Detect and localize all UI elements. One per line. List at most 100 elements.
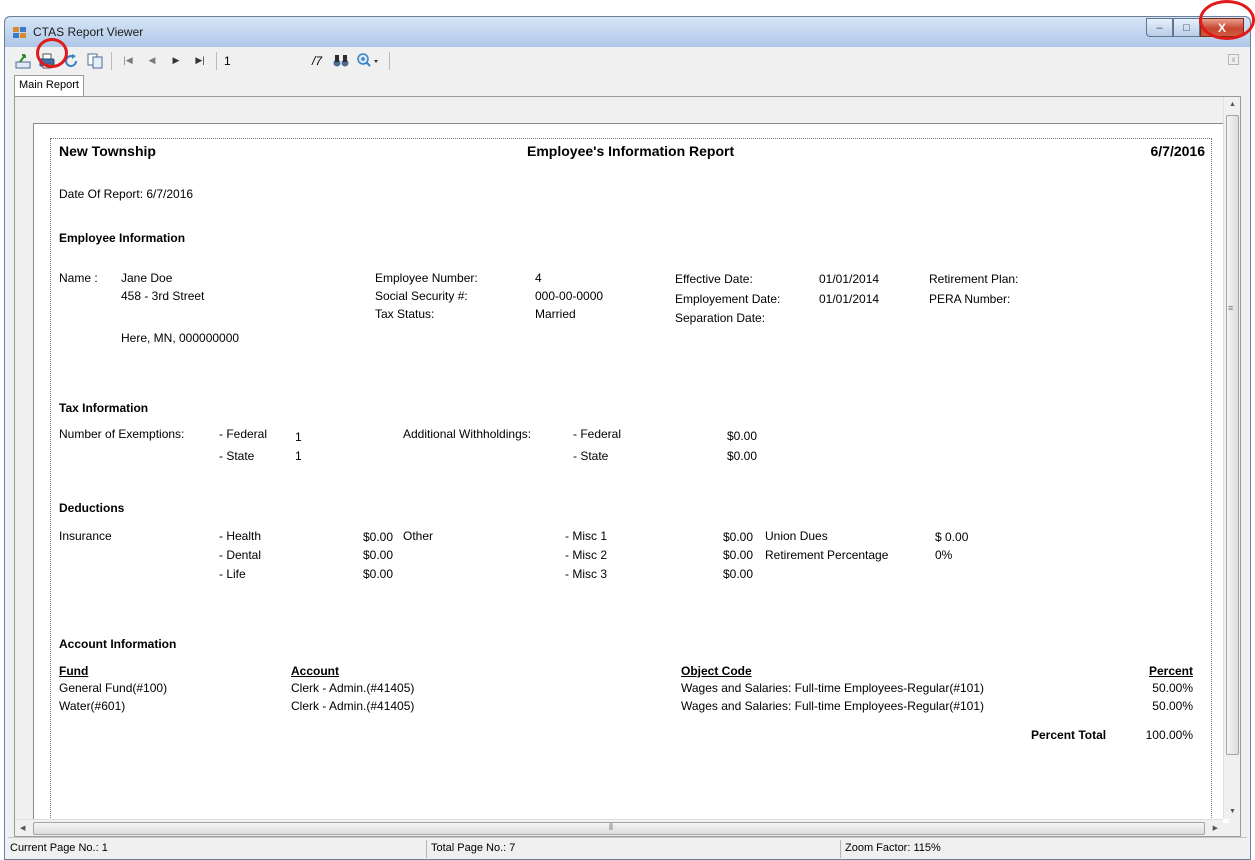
scroll-right-icon[interactable]: ▶ [1213, 824, 1218, 832]
status-bar: Current Page No.: 1 Total Page No.: 7 Zo… [8, 837, 1247, 859]
report-viewer-pane: New Township Employee's Information Repo… [14, 96, 1241, 838]
dental-label: - Dental [219, 548, 262, 562]
dental-value: $0.00 [363, 548, 394, 562]
account-column-header: Account [291, 664, 339, 678]
withholdings-label: Additional Withholdings: [403, 427, 532, 441]
tax-status: Married [535, 307, 576, 321]
grip-icon: ≡ [1228, 303, 1234, 313]
state-exemptions-label: - State [219, 449, 255, 463]
account-cell: Clerk - Admin.(#41405) [291, 681, 415, 695]
percent-total: 100.00% [1145, 728, 1193, 742]
horizontal-scrollbar[interactable]: ◀ ⦀ ▶ [15, 819, 1223, 836]
next-page-button[interactable]: ▶ [165, 50, 187, 72]
fund-cell: Water(#601) [59, 699, 126, 713]
retirement-pct-value: 0% [935, 548, 953, 562]
next-page-icon: ▶ [172, 55, 180, 65]
object-code-column-header: Object Code [681, 664, 752, 678]
insurance-label: Insurance [59, 529, 112, 543]
federal-exemptions-label: - Federal [219, 427, 268, 441]
maximize-icon: □ [1183, 21, 1190, 34]
scroll-left-icon[interactable]: ◀ [20, 824, 25, 832]
status-separator [426, 840, 427, 858]
report-page: New Township Employee's Information Repo… [33, 123, 1229, 838]
grip-icon: ⦀ [609, 822, 613, 832]
last-page-icon: ▶| [195, 55, 205, 65]
maximize-button[interactable]: □ [1173, 18, 1200, 37]
scroll-down-icon[interactable]: ▼ [1229, 808, 1236, 815]
title-bar[interactable]: CTAS Report Viewer – □ X [5, 17, 1250, 47]
other-label: Other [403, 529, 434, 543]
copy-icon [87, 53, 103, 68]
find-button[interactable] [330, 50, 352, 72]
federal-withholding: $0.00 [727, 429, 758, 443]
percent-cell: 50.00% [1152, 681, 1193, 695]
state-withholding-label: - State [573, 449, 609, 463]
client-area: |◀ ◀ ▶ ▶| /7 x [8, 47, 1247, 859]
zoom-factor-status: Zoom Factor: 115% [845, 842, 941, 854]
account-cell: Clerk - Admin.(#41405) [291, 699, 415, 713]
print-button-highlight [36, 38, 68, 68]
state-exemptions: 1 [295, 449, 302, 463]
current-page-status: Current Page No.: 1 [10, 842, 108, 854]
first-page-button[interactable]: |◀ [117, 50, 139, 72]
status-separator [840, 840, 841, 858]
effective-date-label: Effective Date: [675, 272, 753, 286]
state-withholding: $0.00 [727, 449, 758, 463]
fund-column-header: Fund [59, 664, 89, 678]
tax-status-label: Tax Status: [375, 307, 435, 321]
federal-exemptions: 1 [295, 430, 302, 444]
toolbar-separator [389, 51, 391, 70]
vertical-scroll-thumb[interactable] [1226, 115, 1239, 755]
toolbar-separator [111, 51, 112, 70]
misc2-value: $0.00 [723, 548, 754, 562]
object-code-cell: Wages and Salaries: Full-time Employees-… [681, 699, 985, 713]
address-line-2: Here, MN, 000000000 [121, 331, 240, 345]
employee-info-heading: Employee Information [59, 231, 186, 245]
print-date: 6/7/2016 [1150, 143, 1206, 159]
app-icon [13, 27, 26, 38]
union-dues-value: $ 0.00 [935, 530, 969, 544]
horizontal-scroll-thumb[interactable] [33, 822, 1205, 835]
retirement-pct-label: Retirement Percentage [765, 548, 889, 562]
pera-number-label: PERA Number: [929, 292, 1011, 306]
separation-date-label: Separation Date: [675, 311, 766, 325]
copy-button[interactable] [84, 50, 106, 72]
health-label: - Health [219, 529, 262, 543]
report-viewer-window: CTAS Report Viewer – □ X |◀ ◀ ▶ ▶| 1 /7 … [4, 16, 1251, 860]
percent-cell: 50.00% [1152, 699, 1193, 713]
vertical-scrollbar[interactable]: ▲ ≡ ▼ [1223, 97, 1240, 819]
misc1-value: $0.00 [723, 530, 754, 544]
total-pages-label: /7 [312, 53, 323, 68]
address-line-1: 458 - 3rd Street [121, 289, 205, 303]
ssn-value: 000-00-0000 [535, 289, 604, 303]
previous-page-icon: ◀ [148, 55, 156, 65]
last-page-button[interactable]: ▶| [189, 50, 211, 72]
binoculars-icon [333, 54, 349, 66]
retirement-plan-label: Retirement Plan: [929, 272, 1019, 286]
deductions-heading: Deductions [59, 501, 125, 515]
minimize-button[interactable]: – [1146, 18, 1173, 37]
export-button[interactable] [12, 50, 34, 72]
account-info-heading: Account Information [59, 637, 177, 651]
previous-page-button[interactable]: ◀ [141, 50, 163, 72]
scroll-up-icon[interactable]: ▲ [1229, 101, 1236, 108]
zoom-icon [357, 52, 379, 67]
minimize-icon: – [1156, 21, 1163, 34]
tab-main-report[interactable]: Main Report [14, 75, 84, 96]
close-toolbar-icon[interactable]: x [1228, 54, 1239, 65]
exemptions-label: Number of Exemptions: [59, 427, 185, 441]
report-tabs: Main Report [14, 75, 84, 96]
misc1-label: - Misc 1 [565, 529, 607, 543]
org-name: New Township [59, 143, 156, 159]
employee-name: Jane Doe [121, 271, 173, 285]
employee-number-label: Employee Number: [375, 271, 478, 285]
life-value: $0.00 [363, 567, 394, 581]
union-dues-label: Union Dues [765, 529, 828, 543]
page-number-input[interactable] [222, 51, 310, 70]
federal-withholding-label: - Federal [573, 427, 622, 441]
close-button-highlight [1199, 0, 1255, 40]
tax-info-heading: Tax Information [59, 401, 149, 415]
percent-total-label: Percent Total [1031, 728, 1107, 742]
toolbar: |◀ ◀ ▶ ▶| /7 x [8, 47, 1247, 74]
zoom-button[interactable] [354, 50, 384, 72]
